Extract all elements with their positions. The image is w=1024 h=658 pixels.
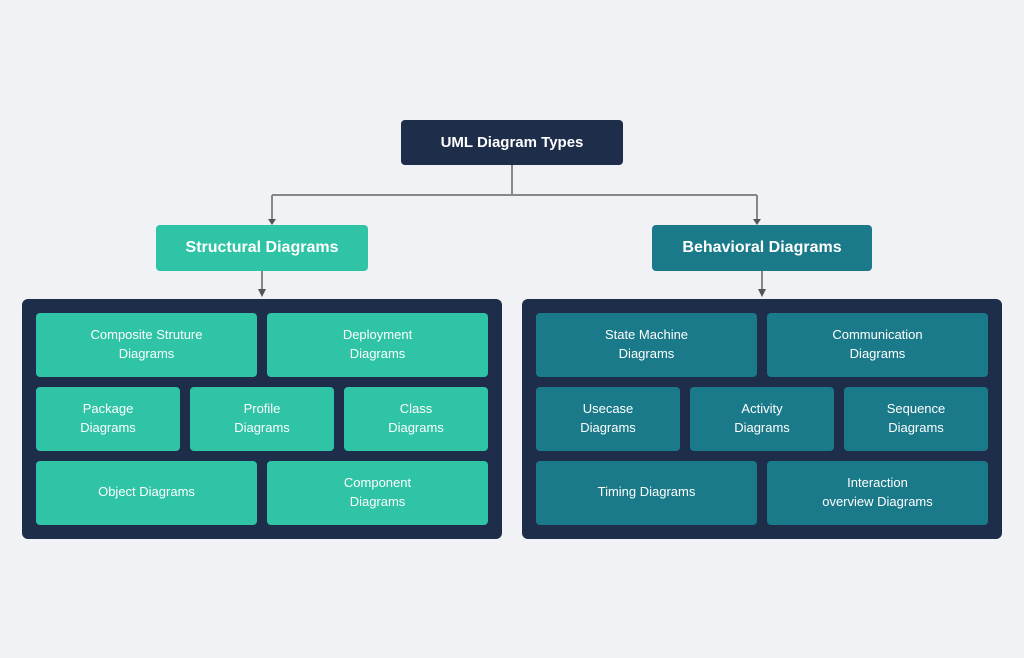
package-diagrams: PackageDiagrams <box>36 387 180 451</box>
structural-row-3: Object Diagrams ComponentDiagrams <box>36 461 488 525</box>
state-machine-diagrams: State MachineDiagrams <box>536 313 757 377</box>
behavioral-row-1: State MachineDiagrams CommunicationDiagr… <box>536 313 988 377</box>
structural-down-connector <box>212 271 312 299</box>
behavioral-row-2: UsecaseDiagrams ActivityDiagrams Sequenc… <box>536 387 988 451</box>
behavioral-header: Behavioral Diagrams <box>652 225 871 271</box>
structural-row-2: PackageDiagrams ProfileDiagrams ClassDia… <box>36 387 488 451</box>
profile-diagrams: ProfileDiagrams <box>190 387 334 451</box>
root-title: UML Diagram Types <box>441 134 584 151</box>
branches: Structural Diagrams Composite StrutureDi… <box>22 225 1002 539</box>
root-node: UML Diagram Types <box>401 120 624 165</box>
structural-panel: Composite StrutureDiagrams DeploymentDia… <box>22 299 502 539</box>
communication-diagrams: CommunicationDiagrams <box>767 313 988 377</box>
behavioral-panel: State MachineDiagrams CommunicationDiagr… <box>522 299 1002 539</box>
structural-row-1: Composite StrutureDiagrams DeploymentDia… <box>36 313 488 377</box>
activity-diagrams: ActivityDiagrams <box>690 387 834 451</box>
behavioral-down-connector <box>712 271 812 299</box>
structural-header: Structural Diagrams <box>156 225 369 271</box>
component-diagrams: ComponentDiagrams <box>267 461 488 525</box>
behavioral-branch: Behavioral Diagrams State MachineDiagram… <box>522 225 1002 539</box>
usecase-diagrams: UsecaseDiagrams <box>536 387 680 451</box>
diagram-container: UML Diagram Types Structural Diagrams <box>22 120 1002 539</box>
root-connector <box>62 165 962 225</box>
timing-diagrams: Timing Diagrams <box>536 461 757 525</box>
structural-branch: Structural Diagrams Composite StrutureDi… <box>22 225 502 539</box>
composite-structure-diagrams: Composite StrutureDiagrams <box>36 313 257 377</box>
interaction-overview-diagrams: Interactionoverview Diagrams <box>767 461 988 525</box>
sequence-diagrams: SequenceDiagrams <box>844 387 988 451</box>
class-diagrams: ClassDiagrams <box>344 387 488 451</box>
behavioral-row-3: Timing Diagrams Interactionoverview Diag… <box>536 461 988 525</box>
deployment-diagrams: DeploymentDiagrams <box>267 313 488 377</box>
object-diagrams: Object Diagrams <box>36 461 257 525</box>
